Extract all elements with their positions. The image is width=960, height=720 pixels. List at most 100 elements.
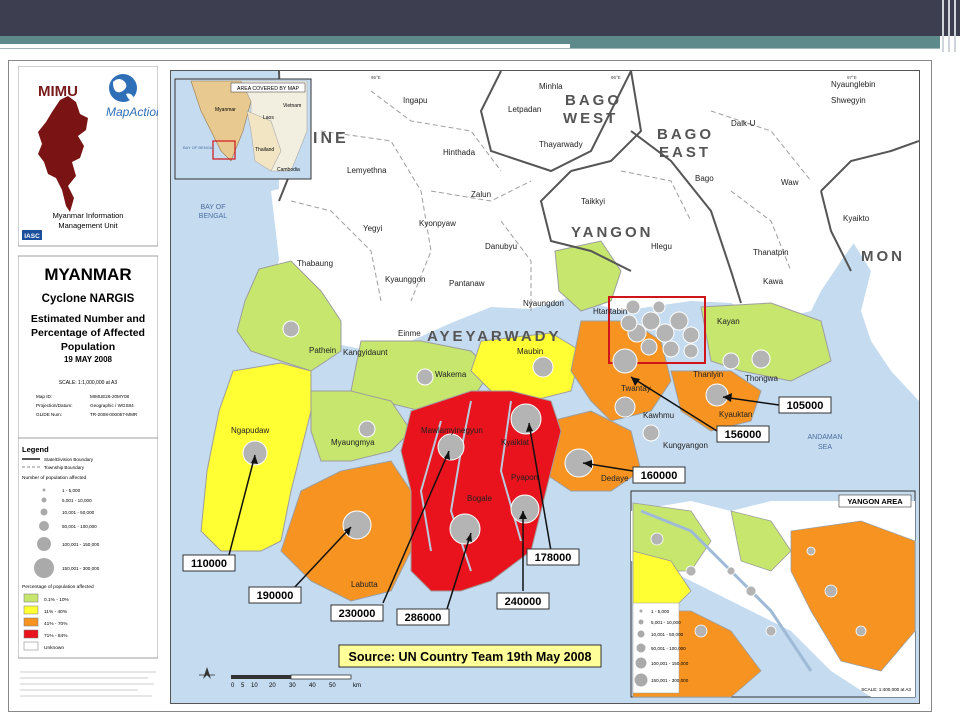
label-bengal: BENGAL	[199, 213, 228, 220]
label-danubyu: Danubyu	[485, 242, 517, 251]
label-labutta: Labutta	[351, 580, 378, 589]
label-nyaunglebin: Nyaunglebin	[831, 80, 875, 89]
yangon-legend-3: 10,001 - 50,000	[651, 632, 684, 637]
locator-label-thailand: Thailand	[255, 147, 274, 153]
label-ayeyarwady: AYEYARWADY	[427, 328, 562, 345]
label-kyauktan: Kyauktan	[719, 410, 752, 419]
legend-township-boundary: Township Boundary	[44, 465, 85, 470]
label-kyaiklat: Kyaiklat	[501, 438, 530, 447]
label-thanlyin: Thanlyin	[693, 370, 723, 379]
label-taikkyi: Taikkyi	[581, 197, 605, 206]
label-hlegu: Hlegu	[651, 242, 672, 251]
label-zalun: Zalun	[471, 190, 491, 199]
label-bago-west-2: WEST	[563, 110, 618, 127]
label-lemyethna: Lemyethna	[347, 166, 387, 175]
map-event-title: Cyclone NARGIS	[42, 293, 135, 305]
scale-tick-30: 30	[289, 683, 296, 689]
legend-number-title: Number of population affected	[22, 475, 87, 481]
label-pyapon: Pyapon	[511, 473, 538, 482]
label-kungyangon: Kungyangon	[663, 441, 708, 450]
yangon-area-inset: YANGON AREA 1 - 5,000 5,001 - 10,000 10,…	[630, 490, 916, 698]
label-shwegyin: Shwegyin	[831, 96, 866, 105]
yangon-legend-1: 1 - 5,000	[651, 609, 670, 614]
slide-accent-stripe	[0, 36, 940, 44]
label-einme: Einme	[398, 329, 421, 338]
legend-pct-label: 11% - 40%	[44, 609, 68, 615]
legend-pct-label: Unknown	[44, 645, 64, 651]
legend-size-2: 5,001 - 10,000	[62, 498, 92, 503]
label-waw: Waw	[781, 178, 799, 187]
locator-label-vietnam: Vietnam	[283, 103, 301, 109]
legend-size-5: 100,001 - 150,000	[62, 542, 100, 547]
legend-size-3: 10,001 - 50,000	[62, 510, 95, 515]
scale-unit: km	[353, 683, 361, 689]
slide-edge-decoration	[948, 0, 950, 52]
label-thanatpin: Thanatpin	[753, 248, 789, 257]
map-subtitle-line2: Percentage of Affected	[31, 327, 145, 339]
map-canvas: Minhla Letpadan Ingapu Nyaunglebin Shweg…	[171, 71, 919, 703]
legend-pct-swatch	[23, 629, 39, 639]
yangon-scale-text: SCALE: 1:400,000 at A3	[861, 687, 911, 692]
map-scale-text: SCALE: 1:1,000,000 at A3	[59, 380, 118, 386]
label-mawlamyinegyun: Mawlamyinegyun	[421, 426, 483, 435]
map-subtitle-line1: Estimated Number and	[31, 313, 145, 325]
label-bago-west-1: BAGO	[565, 92, 622, 109]
meta-key-mapid: Map ID:	[36, 394, 52, 399]
legend-pct-label: 71% - 84%	[44, 633, 68, 639]
legend-pct-swatch	[23, 605, 39, 615]
label-thongwa: Thongwa	[745, 374, 778, 383]
lon-tick-96: 96°E	[611, 75, 621, 80]
legend-pct-swatch	[23, 641, 39, 651]
scale-tick-40: 40	[309, 683, 316, 689]
source-text: Source: UN Country Team 19th May 2008	[349, 650, 592, 664]
callout-178000: 178000	[535, 552, 572, 564]
label-kyaunggon: Kyaunggon	[385, 275, 425, 284]
mapaction-globe-icon	[109, 74, 137, 102]
meta-key-projection: Projection/Datum:	[36, 403, 73, 408]
yangon-legend-2: 5,001 - 10,000	[651, 620, 681, 625]
label-myaungmya: Myaungmya	[331, 438, 375, 447]
map-date: 19 MAY 2008	[64, 355, 113, 364]
locator-label-cambodia: Cambodia	[277, 167, 300, 173]
label-kawa: Kawa	[763, 277, 784, 286]
org-name-line2: Management Unit	[58, 221, 118, 230]
yangon-area-title: YANGON AREA	[847, 497, 903, 506]
callout-286000: 286000	[405, 612, 442, 624]
legend-pct-label: 0.1% - 10%	[44, 597, 70, 603]
callout-240000: 240000	[505, 596, 542, 608]
sidebar-graphics: MIMU MapAction Myanmar Information Manag…	[17, 65, 163, 702]
iasc-logo-text: IASC	[24, 233, 40, 240]
callout-160000: 160000	[641, 470, 678, 482]
label-bay-of: BAY OF	[200, 204, 225, 211]
label-kyonpyaw: Kyonpyaw	[419, 219, 456, 228]
slide-accent-line	[0, 48, 940, 49]
legend-pct-label: 41% - 70%	[44, 621, 68, 627]
legend-size-6: 150,001 - 300,000	[62, 566, 100, 571]
slide-edge-decoration	[954, 0, 956, 52]
legend-pct-title: Percentage of population affected	[22, 584, 94, 590]
org-name-line1: Myanmar Information	[53, 211, 124, 220]
label-sea: SEA	[818, 444, 832, 451]
mapaction-logo-text: MapAction	[106, 105, 158, 119]
legend-pct-swatch	[23, 617, 39, 627]
legend-title: Legend	[22, 445, 49, 454]
legend-state-boundary: State/Division Boundary	[44, 457, 94, 462]
mimu-logo-text: MIMU	[38, 83, 78, 100]
label-pathein: Pathein	[309, 346, 336, 355]
label-bogale: Bogale	[467, 494, 492, 503]
label-minhla: Minhla	[539, 82, 563, 91]
scale-tick-10: 10	[251, 683, 258, 689]
callout-156000: 156000	[725, 429, 762, 441]
callout-230000: 230000	[339, 608, 376, 620]
locator-label-myanmar: Myanmar	[215, 107, 236, 113]
meta-val-projection: Geographic / WGS84	[90, 403, 134, 408]
map-subtitle-line3: Population	[61, 341, 115, 353]
scale-tick-50: 50	[329, 683, 336, 689]
label-thayarwady: Thayarwady	[539, 140, 583, 149]
locator-label-bay-of-bengal: BAY OF BENGAL	[183, 145, 215, 150]
lon-tick-97: 97°E	[847, 75, 857, 80]
label-kawhmu: Kawhmu	[643, 411, 674, 420]
scale-tick-20: 20	[269, 683, 276, 689]
label-mon: MON	[861, 248, 905, 265]
callout-105000: 105000	[787, 400, 824, 412]
